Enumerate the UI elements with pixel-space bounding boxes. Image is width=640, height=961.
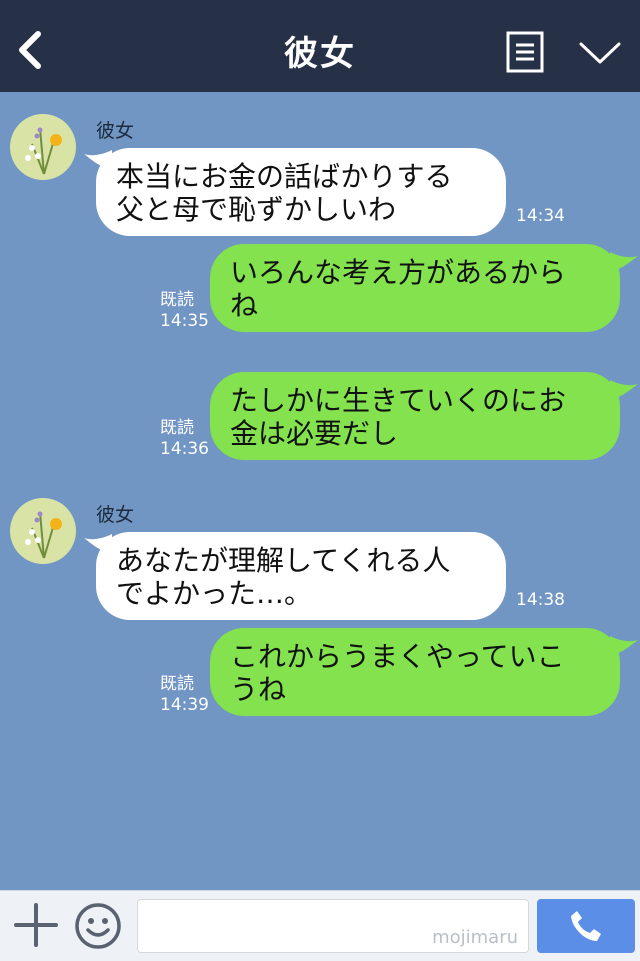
emoji-icon[interactable] bbox=[74, 902, 122, 950]
input-bar: mojimaru bbox=[0, 890, 640, 961]
chat-title: 彼女 bbox=[284, 34, 356, 74]
message-line: うね bbox=[230, 673, 287, 706]
sender-name: 彼女 bbox=[96, 504, 135, 526]
message-line: 金は必要だし bbox=[230, 417, 399, 450]
header-bar: 彼女 bbox=[0, 0, 640, 92]
bubble-tail bbox=[610, 636, 638, 656]
message-bubble-incoming[interactable]: 本当にお金の話ばかりする 父と母で恥ずかしいわ bbox=[96, 148, 506, 236]
message-line: これからうまくやっていこ bbox=[230, 640, 565, 673]
message-line: たしかに生きていくのにお bbox=[230, 384, 567, 417]
message-time: 14:35 bbox=[160, 311, 209, 331]
message-line: 父と母で恥ずかしいわ bbox=[116, 193, 397, 226]
chevron-down-icon[interactable] bbox=[578, 40, 622, 66]
sender-name: 彼女 bbox=[96, 120, 135, 142]
message-bubble-outgoing[interactable]: これからうまくやっていこ うね bbox=[210, 628, 620, 716]
read-receipt: 既読 bbox=[160, 290, 194, 310]
watermark: mojimaru bbox=[432, 927, 518, 948]
message-bubble-outgoing[interactable]: たしかに生きていくのにお 金は必要だし bbox=[210, 372, 620, 460]
message-line: あなたが理解してくれる人 bbox=[116, 544, 451, 577]
message-line: いろんな考え方があるから bbox=[230, 256, 567, 289]
message-line: 本当にお金の話ばかりする bbox=[116, 160, 453, 193]
message-line: ね bbox=[230, 289, 259, 322]
plus-icon[interactable] bbox=[14, 903, 58, 947]
menu-icon[interactable] bbox=[506, 31, 544, 73]
message-time: 14:38 bbox=[516, 590, 565, 610]
avatar[interactable] bbox=[10, 498, 76, 564]
chat-area[interactable]: 彼女 本当にお金の話ばかりする 父と母で恥ずかしいわ 14:34 いろんな考え方… bbox=[0, 92, 640, 890]
avatar[interactable] bbox=[10, 114, 76, 180]
message-time: 14:36 bbox=[160, 439, 209, 459]
bubble-tail bbox=[610, 252, 638, 272]
message-bubble-incoming[interactable]: あなたが理解してくれる人 でよかった…。 bbox=[96, 532, 506, 620]
message-time: 14:34 bbox=[516, 206, 565, 226]
call-button[interactable] bbox=[537, 899, 635, 953]
read-receipt: 既読 bbox=[160, 674, 194, 694]
message-input[interactable]: mojimaru bbox=[137, 899, 529, 953]
read-receipt: 既読 bbox=[160, 418, 194, 438]
message-line: でよかった…。 bbox=[116, 577, 313, 610]
message-bubble-outgoing[interactable]: いろんな考え方があるから ね bbox=[210, 244, 620, 332]
phone-icon bbox=[571, 911, 601, 941]
bubble-tail bbox=[610, 380, 638, 400]
message-time: 14:39 bbox=[160, 695, 209, 715]
